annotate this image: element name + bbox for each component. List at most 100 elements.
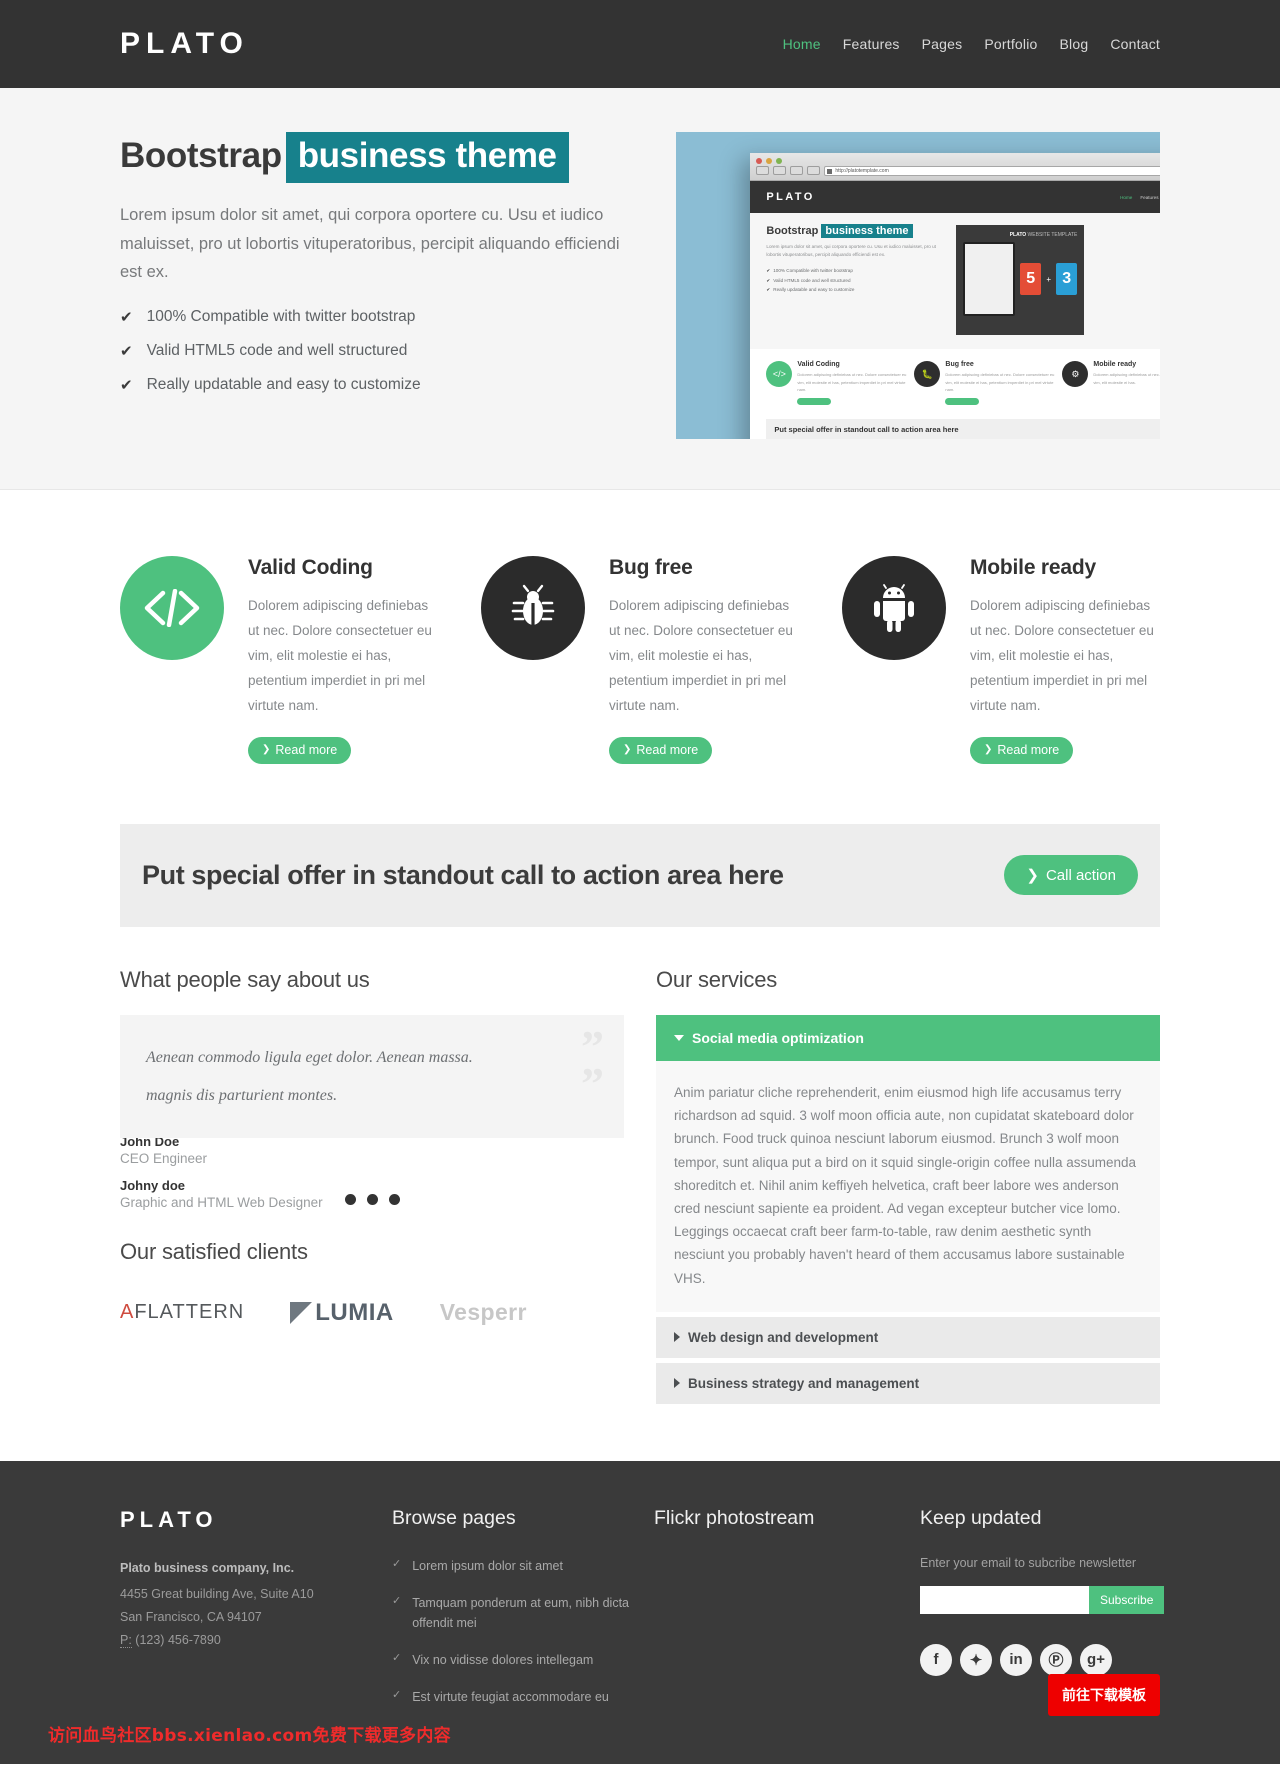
footer-address-line1: 4455 Great building Ave, Suite A10 — [120, 1586, 314, 1601]
footer-phone-number: (123) 456-7890 — [131, 1633, 221, 1648]
feature-card-valid-coding: Valid Coding Dolorem adipiscing definieb… — [120, 556, 437, 764]
mockup-read-more-button — [945, 397, 980, 405]
mockup-nav-items: Home Features Pages Portfolio — [1120, 195, 1160, 200]
footer-address-line2: San Francisco, CA 94107 — [120, 1609, 262, 1624]
carousel-dot[interactable] — [344, 1193, 356, 1205]
pinterest-icon[interactable]: Ⓟ — [1040, 1643, 1072, 1676]
author-role: CEO Engineer — [120, 1150, 208, 1166]
close-icon — [756, 157, 763, 164]
caret-right-icon — [674, 1378, 680, 1389]
mockup-feature: 🐛 Bug free Dolorem adipiscing definiebas… — [914, 361, 1056, 405]
read-more-button[interactable]: ❯ Read more — [970, 736, 1074, 764]
site-footer: PLATO Plato business company, Inc. 4455 … — [0, 1460, 1280, 1764]
code-icon: </> — [766, 361, 793, 387]
download-template-button[interactable]: 前往下载模板 — [1048, 1673, 1160, 1716]
check-icon: ✔ — [766, 277, 771, 283]
read-more-label: Read more — [636, 742, 699, 757]
nav-item-home[interactable]: Home — [783, 36, 821, 52]
read-more-button[interactable]: ❯ Read more — [609, 736, 713, 764]
accordion-label: Business strategy and management — [688, 1375, 920, 1391]
feature-title: Bug free — [609, 556, 693, 579]
nav-item-pages[interactable]: Pages — [922, 36, 963, 52]
hero-bullet-label: 100% Compatible with twitter bootstrap — [146, 308, 416, 326]
mockup-bullet-label: 100% Compatible with twitter bootstrap — [773, 267, 853, 273]
carousel-dot[interactable] — [366, 1193, 378, 1205]
twitter-icon[interactable]: ✦ — [960, 1643, 992, 1676]
footer-link-item[interactable]: ✓ Lorem ipsum dolor sit amet — [392, 1556, 654, 1576]
footer-about-column: PLATO Plato business company, Inc. 4455 … — [120, 1507, 392, 1724]
footer-phone-label: P: — [120, 1633, 132, 1649]
read-more-label: Read more — [997, 742, 1060, 757]
mockup-feature: ⚙ Mobile ready Dolorem adipiscing defini… — [1062, 361, 1160, 405]
vesperr-logo: Vesperr — [439, 1299, 527, 1326]
testimonials-heading: What people say about us — [120, 966, 370, 992]
carousel-dot[interactable] — [388, 1193, 400, 1205]
footer-keepupdated-heading: Keep updated — [920, 1506, 1042, 1529]
read-more-button[interactable]: ❯ Read more — [248, 736, 352, 764]
check-icon: ✔ — [766, 287, 771, 293]
footer-link-item[interactable]: ✓ Vix no vidisse dolores intellegam — [392, 1650, 654, 1670]
site-logo[interactable]: PLATO — [120, 27, 249, 61]
mockup-showcase-brand: PLATO — [1009, 232, 1027, 238]
triangle-icon — [290, 1301, 313, 1324]
hero-title: Bootstrap business theme — [120, 132, 636, 184]
minimize-icon — [766, 157, 773, 164]
mockup-hero-title: Bootstrap business theme — [766, 224, 946, 238]
nav-item-portfolio[interactable]: Portfolio — [984, 36, 1037, 52]
mockup-url-bar: http://platotemplate.com — [824, 165, 1160, 176]
hero-browser-mockup: http://platotemplate.com PLATO Home Feat… — [676, 132, 1160, 439]
chevron-right-icon: ❯ — [1026, 867, 1039, 885]
html5-icon: 5 — [1020, 263, 1042, 295]
mockup-bullet-label: Really updatable and easy to customize — [773, 287, 855, 293]
accordion-header[interactable]: Business strategy and management — [656, 1362, 1160, 1404]
footer-link-item[interactable]: ✓ Est virtute feugiat accommodare eu — [392, 1687, 654, 1707]
mockup-feature-text: Dolorem adipiscing definiebas ut nec. Do… — [797, 372, 907, 393]
accordion-item-business-strategy: Business strategy and management — [656, 1362, 1160, 1405]
mockup-nav-item: Home — [1120, 194, 1133, 200]
mockup-hero-bullet: ✔ Valid HTML5 code and well structured — [766, 276, 946, 286]
feature-card-mobile-ready: Mobile ready Dolorem adipiscing definieb… — [842, 556, 1159, 764]
mockup-window-controls — [756, 157, 1160, 164]
footer-company-name: Plato business company, Inc. — [120, 1560, 295, 1575]
aflattern-logo: AFLATTERN — [120, 1301, 244, 1324]
mockup-hero-title-plain: Bootstrap — [766, 225, 819, 237]
hero-section: Bootstrap business theme Lorem ipsum dolo… — [0, 88, 1280, 490]
googleplus-icon[interactable]: g+ — [1080, 1643, 1112, 1676]
footer-link-item[interactable]: ✓ Tamquam ponderum at eum, nibh dicta off… — [392, 1593, 654, 1633]
nav-item-contact[interactable]: Contact — [1110, 36, 1160, 52]
hero-lead: Lorem ipsum dolor sit amet, qui corpora … — [120, 206, 620, 281]
accordion-header[interactable]: Web design and development — [656, 1316, 1160, 1358]
call-to-action-section: Put special offer in standout call to ac… — [0, 804, 1280, 967]
chevron-right-icon: ❯ — [262, 744, 271, 756]
tablet-icon — [963, 242, 1016, 316]
lumia-logo: LUMIA — [290, 1299, 393, 1327]
main-nav: Home Features Pages Portfolio Blog Conta… — [783, 36, 1160, 52]
feature-card-bug-free: Bug free Dolorem adipiscing definiebas u… — [481, 556, 798, 764]
testimonial-author: John Doe CEO Engineer — [120, 1134, 624, 1166]
footer-subscribe-note: Enter your email to subcribe newsletter — [920, 1555, 1137, 1570]
nav-item-blog[interactable]: Blog — [1060, 36, 1089, 52]
aflattern-accent: A — [120, 1301, 135, 1324]
hero-title-plain: Bootstrap — [120, 136, 282, 175]
testimonial-card: ”” Aenean commodo ligula eget dolor. Aen… — [120, 1014, 624, 1138]
clients-heading: Our satisfied clients — [120, 1238, 308, 1264]
linkedin-icon[interactable]: in — [1000, 1643, 1032, 1676]
css3-icon: 3 — [1056, 263, 1078, 295]
check-icon: ✔ — [120, 376, 133, 394]
check-icon: ✓ — [392, 1688, 402, 1701]
accordion-header[interactable]: Social media optimization — [656, 1014, 1160, 1061]
nav-item-features[interactable]: Features — [843, 36, 900, 52]
clients-logos: AFLATTERN LUMIA Vesperr — [120, 1287, 624, 1327]
facebook-icon[interactable]: f — [920, 1643, 952, 1676]
footer-link-label: Tamquam ponderum at eum, nibh dicta offe… — [412, 1595, 630, 1630]
email-field[interactable] — [920, 1585, 1089, 1614]
subscribe-button[interactable]: Subscribe — [1089, 1585, 1165, 1614]
mockup-feature-title: Valid Coding — [797, 361, 840, 368]
mockup-read-more-button — [797, 397, 832, 405]
check-icon: ✔ — [120, 308, 133, 326]
feature-text: Dolorem adipiscing definiebas ut nec. Do… — [248, 598, 432, 713]
footer-link-label: Est virtute feugiat accommodare eu — [412, 1689, 609, 1704]
site-watermark: 访问血鸟社区bbs.xienlao.com免费下载更多内容 — [48, 1725, 451, 1746]
testimonial-quote: Aenean commodo ligula eget dolor. Aenean… — [146, 1039, 598, 1116]
call-action-button[interactable]: ❯ Call action — [1004, 855, 1138, 896]
